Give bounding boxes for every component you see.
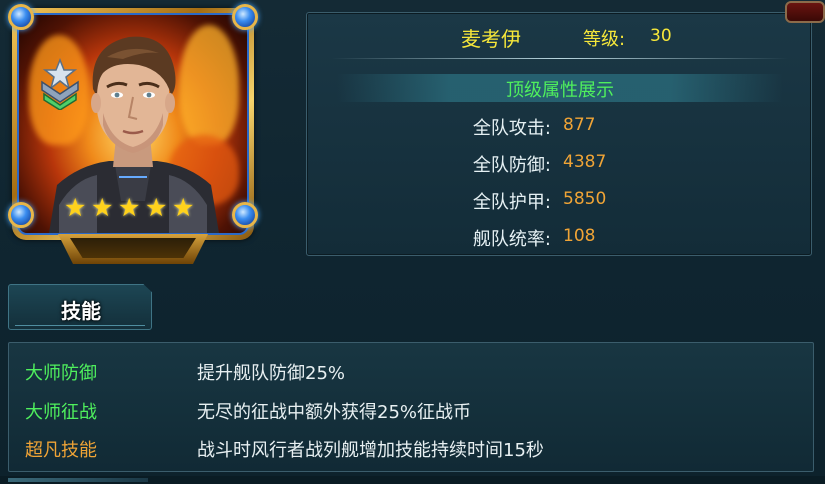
chevron-star-rank-icon [41, 58, 79, 110]
skill-description: 提升舰队防御25% [197, 363, 346, 384]
skill-row: 超凡技能 战斗时风行者战列舰增加技能持续时间15秒 [9, 436, 815, 462]
stat-row-team-attack: 全队攻击: 877 [307, 114, 813, 139]
level-value: 30 [650, 26, 672, 46]
hero-name: 麦考伊 [461, 27, 521, 51]
skill-row: 大师防御 提升舰队防御25% [9, 359, 815, 385]
stat-label: 全队攻击: [472, 118, 551, 139]
hero-portrait[interactable]: ★ ★ ★ ★ ★ [8, 4, 258, 266]
skill-name: 大师征战 [25, 402, 97, 423]
frame-gem-icon [232, 202, 258, 228]
skill-name: 大师防御 [25, 363, 97, 384]
stat-value: 877 [563, 115, 596, 135]
skills-list-panel: 大师防御 提升舰队防御25% 大师征战 无尽的征战中额外获得25%征战币 超凡技… [8, 342, 814, 472]
stat-value: 4387 [563, 152, 607, 172]
stat-label: 全队防御: [472, 155, 551, 176]
hero-info-panel: 麦考伊 等级: 30 顶级属性展示 全队攻击: 877 全队防御: 4387 全… [306, 1, 825, 256]
frame-gem-icon [8, 202, 34, 228]
stat-row-fleet-command: 舰队统率: 108 [307, 225, 813, 250]
skill-description: 无尽的征战中额外获得25%征战币 [197, 402, 472, 423]
attributes-title: 顶级属性展示 [506, 80, 614, 101]
bottom-tab-edge [8, 478, 148, 482]
stat-value: 5850 [563, 189, 607, 209]
star-icon: ★ [118, 193, 141, 222]
tab-skills[interactable]: 技能 [8, 284, 152, 330]
star-icon: ★ [64, 193, 87, 222]
skill-name: 超凡技能 [25, 440, 97, 461]
stat-label: 全队护甲: [472, 192, 551, 213]
star-icon: ★ [172, 193, 195, 222]
stat-row-team-armor: 全队护甲: 5850 [307, 188, 813, 213]
skill-description: 战斗时风行者战列舰增加技能持续时间15秒 [197, 440, 544, 461]
frame-gem-icon [232, 4, 258, 30]
tab-skills-label: 技能 [61, 299, 101, 323]
star-icon: ★ [145, 193, 168, 222]
star-icon: ★ [91, 193, 114, 222]
stat-row-team-defense: 全队防御: 4387 [307, 151, 813, 176]
header-divider [331, 58, 789, 59]
level-label: 等级: [583, 29, 626, 50]
stat-value: 108 [563, 226, 596, 246]
star-rating: ★ ★ ★ ★ ★ [64, 195, 197, 220]
portrait-frame-base-inner [70, 238, 196, 258]
stat-label: 舰队统率: [472, 229, 551, 250]
frame-gem-icon [8, 4, 34, 30]
close-tab-button[interactable] [785, 1, 825, 23]
skill-row: 大师征战 无尽的征战中额外获得25%征战币 [9, 398, 815, 424]
